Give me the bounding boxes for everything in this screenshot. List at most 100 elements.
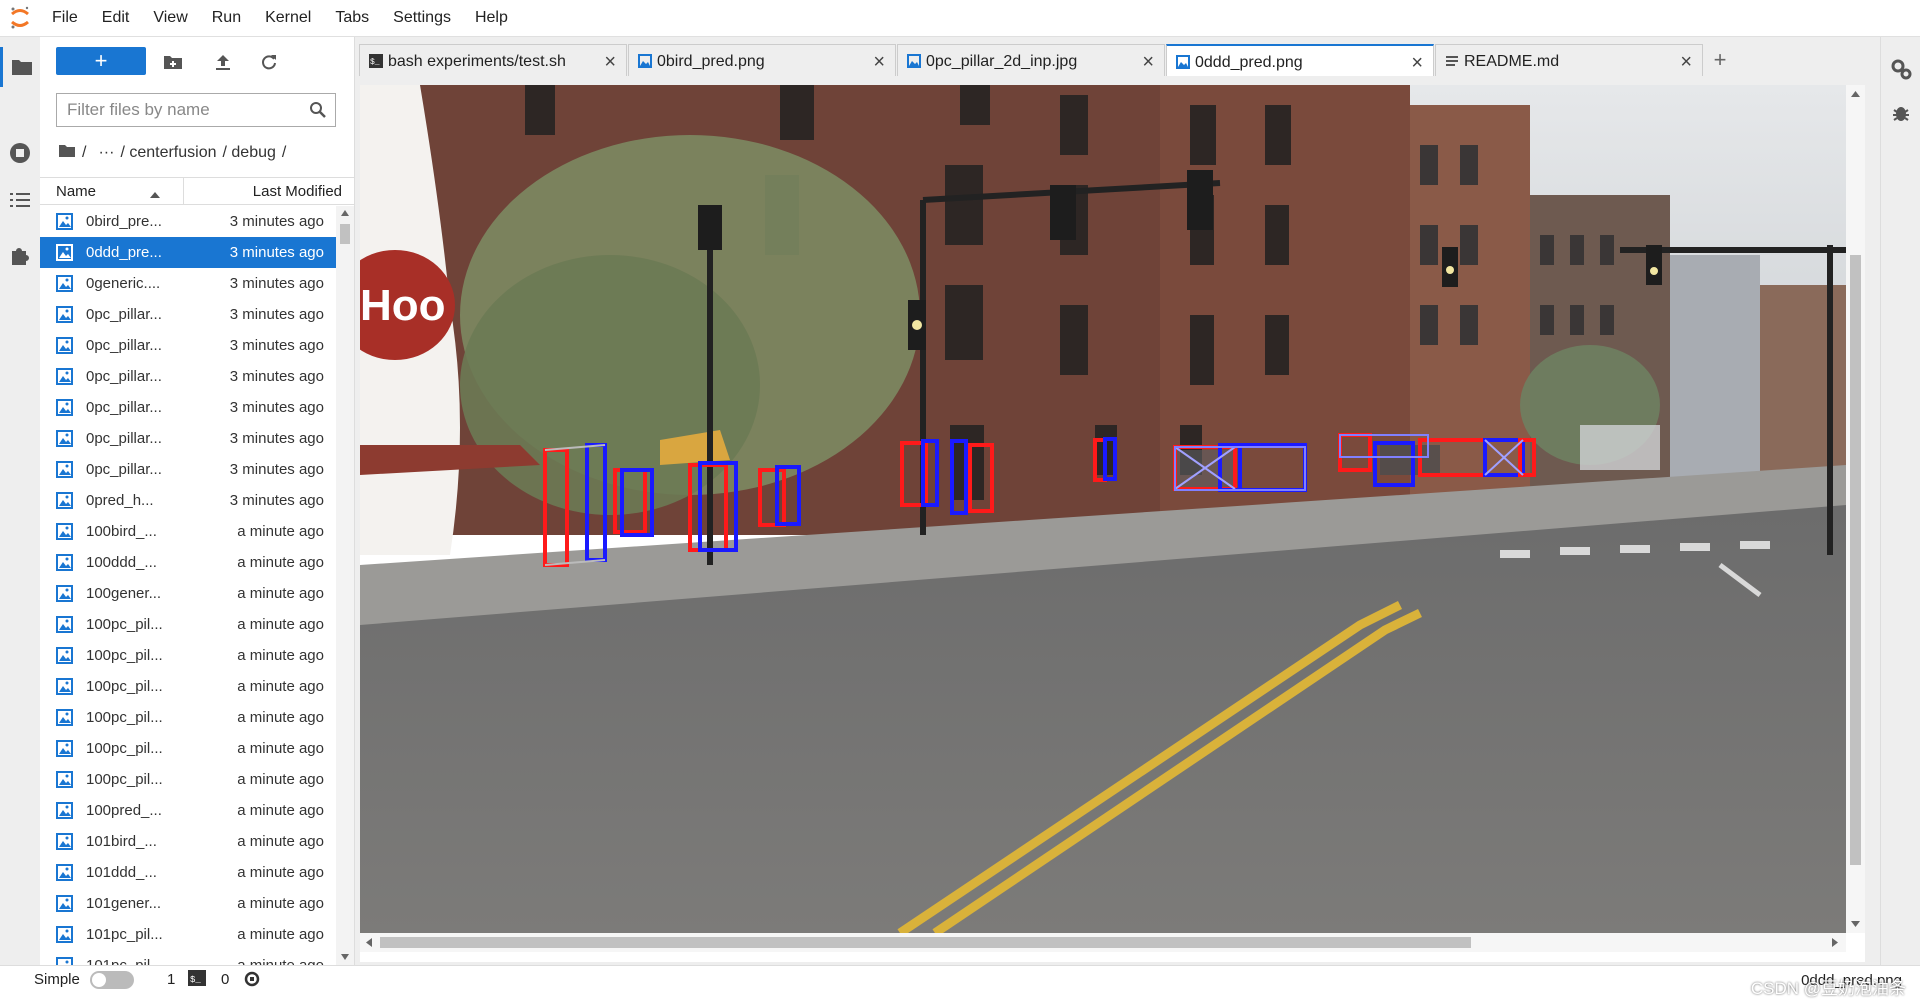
debugger-bug-icon[interactable]: [1881, 93, 1920, 133]
file-list-item[interactable]: 0ddd_pre... 3 minutes ago: [40, 237, 336, 268]
image-file-icon: [56, 740, 73, 757]
file-list-item[interactable]: 100pc_pil... a minute ago: [40, 640, 336, 671]
menu-file[interactable]: File: [40, 0, 90, 36]
image-file-icon: [56, 523, 73, 540]
file-name: 0pc_pillar...: [86, 306, 162, 323]
close-icon[interactable]: ×: [1142, 51, 1154, 74]
kernel-count[interactable]: 0: [221, 971, 229, 988]
root-folder-icon[interactable]: [58, 144, 76, 163]
terminal-count[interactable]: 1: [167, 971, 175, 988]
file-list-item[interactable]: 100gener... a minute ago: [40, 578, 336, 609]
file-modified: a minute ago: [237, 740, 324, 757]
breadcrumb-centerfusion[interactable]: / centerfusion: [120, 144, 216, 162]
file-modified: 3 minutes ago: [229, 492, 324, 509]
image-file-icon: [56, 585, 73, 602]
image-file-icon: [56, 926, 73, 943]
column-last-modified-header[interactable]: Last Modified: [253, 183, 342, 200]
file-list-item[interactable]: 0bird_pre... 3 minutes ago: [40, 206, 336, 237]
refresh-icon[interactable]: [254, 47, 284, 77]
search-icon[interactable]: [309, 101, 327, 124]
file-modified: 3 minutes ago: [229, 368, 324, 385]
column-divider[interactable]: [183, 178, 184, 204]
running-stop-icon[interactable]: [0, 133, 40, 173]
tab-0pc-pillar-2d-inp-jpg[interactable]: 0pc_pillar_2d_inp.jpg ×: [897, 44, 1165, 76]
property-inspector-gears-icon[interactable]: [1881, 49, 1920, 89]
image-viewer: Hoo: [360, 85, 1865, 962]
menu-run[interactable]: Run: [200, 0, 253, 36]
file-list-item[interactable]: 100ddd_... a minute ago: [40, 547, 336, 578]
sort-ascending-icon[interactable]: [149, 186, 161, 203]
kernel-gear-icon[interactable]: [243, 970, 261, 992]
simple-mode-toggle[interactable]: [90, 971, 134, 989]
file-list-item[interactable]: 100pc_pil... a minute ago: [40, 702, 336, 733]
file-list-item[interactable]: 0pc_pillar... 3 minutes ago: [40, 454, 336, 485]
file-list-item[interactable]: 100bird_... a minute ago: [40, 516, 336, 547]
menu-tabs[interactable]: Tabs: [323, 0, 381, 36]
close-icon[interactable]: ×: [1680, 51, 1692, 74]
file-list-item[interactable]: 100pc_pil... a minute ago: [40, 671, 336, 702]
menu-view[interactable]: View: [141, 0, 199, 36]
extension-puzzle-icon[interactable]: [0, 235, 40, 275]
tab-bash-experiments-test-sh[interactable]: $_ bash experiments/test.sh ×: [359, 44, 627, 76]
file-name: 0pc_pillar...: [86, 430, 162, 447]
menu-settings[interactable]: Settings: [381, 0, 463, 36]
close-icon[interactable]: ×: [1411, 52, 1423, 75]
image-vertical-scrollbar[interactable]: [1846, 85, 1865, 933]
menu-help[interactable]: Help: [463, 0, 520, 36]
file-list-item[interactable]: 100pc_pil... a minute ago: [40, 609, 336, 640]
tab-readme-md[interactable]: README.md ×: [1435, 44, 1703, 76]
menu-edit[interactable]: Edit: [90, 0, 142, 36]
new-launcher-button[interactable]: +: [56, 47, 146, 75]
horizontal-scroll-thumb[interactable]: [380, 937, 1471, 948]
menu-kernel[interactable]: Kernel: [253, 0, 323, 36]
image-horizontal-scrollbar[interactable]: [360, 933, 1846, 952]
breadcrumb-ellipsis[interactable]: ···: [98, 144, 114, 162]
file-filter-search[interactable]: [56, 93, 336, 127]
file-modified: a minute ago: [237, 709, 324, 726]
new-tab-plus-icon[interactable]: +: [1704, 44, 1736, 76]
image-file-icon: [56, 895, 73, 912]
file-list-item[interactable]: 100pred_... a minute ago: [40, 795, 336, 826]
file-list-scrollbar[interactable]: [336, 206, 354, 965]
file-name: 101pc_pil...: [86, 957, 163, 965]
file-list-item[interactable]: 0pc_pillar... 3 minutes ago: [40, 330, 336, 361]
file-list-item[interactable]: 101pc_pil... a minute ago: [40, 919, 336, 950]
file-list-item[interactable]: 0pc_pillar... 3 minutes ago: [40, 299, 336, 330]
column-name-header[interactable]: Name: [56, 183, 96, 200]
file-filter-input[interactable]: [57, 99, 309, 121]
vertical-scroll-thumb[interactable]: [1850, 255, 1861, 865]
close-icon[interactable]: ×: [873, 51, 885, 74]
file-list-item[interactable]: 0generic.... 3 minutes ago: [40, 268, 336, 299]
breadcrumb-root[interactable]: /: [82, 144, 86, 162]
markdown-icon: [1445, 54, 1459, 73]
tab-label: bash experiments/test.sh: [388, 53, 566, 70]
file-list-scroll-thumb[interactable]: [340, 224, 350, 244]
tab-0bird-pred-png[interactable]: 0bird_pred.png ×: [628, 44, 896, 76]
tab-0ddd-pred-png[interactable]: 0ddd_pred.png ×: [1166, 44, 1434, 76]
terminal-icon: $_: [369, 54, 383, 73]
table-of-contents-icon[interactable]: [0, 180, 40, 220]
file-list-item[interactable]: 101pc_pil... a minute ago: [40, 950, 336, 965]
file-name: 100pc_pil...: [86, 616, 163, 633]
file-modified: a minute ago: [237, 523, 324, 540]
file-list-item[interactable]: 0pc_pillar... 3 minutes ago: [40, 392, 336, 423]
folder-icon[interactable]: [0, 47, 40, 87]
file-list-item[interactable]: 100pc_pil... a minute ago: [40, 764, 336, 795]
file-list-item[interactable]: 100pc_pil... a minute ago: [40, 733, 336, 764]
file-list-item[interactable]: 0pred_h... 3 minutes ago: [40, 485, 336, 516]
close-icon[interactable]: ×: [604, 51, 616, 74]
file-list-item[interactable]: 0pc_pillar... 3 minutes ago: [40, 423, 336, 454]
right-sidebar: [1880, 37, 1920, 965]
file-list-item[interactable]: 101gener... a minute ago: [40, 888, 336, 919]
file-modified: 3 minutes ago: [229, 399, 324, 416]
breadcrumb-debug[interactable]: / debug: [223, 144, 276, 162]
new-folder-icon[interactable]: [158, 47, 188, 77]
file-name: 0ddd_pre...: [86, 244, 162, 261]
file-list-item[interactable]: 101ddd_... a minute ago: [40, 857, 336, 888]
terminal-icon[interactable]: $_: [188, 970, 206, 990]
image-icon: [907, 54, 921, 73]
file-list: 0bird_pre... 3 minutes ago 0ddd_pre... 3 mi…: [40, 206, 336, 965]
upload-icon[interactable]: [208, 47, 238, 77]
file-list-item[interactable]: 0pc_pillar... 3 minutes ago: [40, 361, 336, 392]
file-list-item[interactable]: 101bird_... a minute ago: [40, 826, 336, 857]
